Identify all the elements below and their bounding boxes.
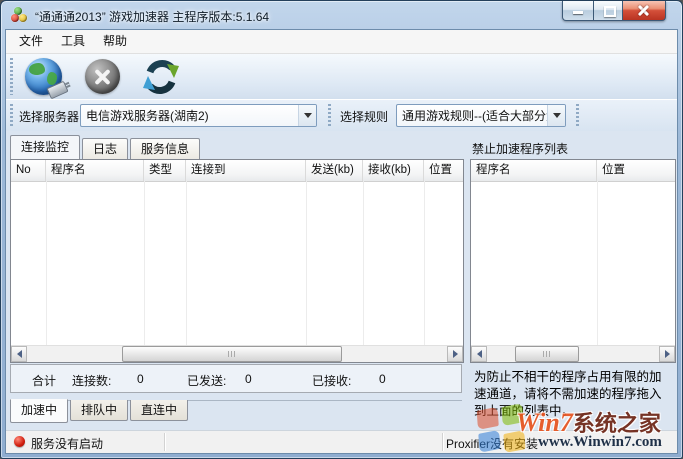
service-status-icon [14,436,25,447]
close-icon [637,4,650,17]
col-connect-to[interactable]: 连接到 [186,160,306,181]
connect-button[interactable] [22,56,64,97]
column-divider [306,181,307,345]
client-area: 文件 工具 帮助 [5,29,678,454]
options-row: 选择服务器 电信游戏服务器(湖南2) 选择规则 通用游戏规则--(适合大部分游戏 [6,99,677,132]
refresh-icon [141,57,181,97]
column-divider [46,181,47,345]
menu-tools[interactable]: 工具 [52,30,94,53]
column-divider [363,181,364,345]
summary-connections-label: 连接数: [72,372,111,389]
col-program[interactable]: 程序名 [471,160,597,181]
connection-table-header: No 程序名 类型 连接到 发送(kb) 接收(kb) 位置 [11,160,463,182]
summary-sent-label: 已发送: [187,372,226,389]
connection-table-hscrollbar[interactable] [11,345,463,362]
col-received[interactable]: 接收(kb) [363,160,424,181]
arrow-right-icon [453,350,458,358]
chevron-down-icon [304,113,312,118]
summary-received-label: 已接收: [312,372,351,389]
menu-help[interactable]: 帮助 [94,30,136,53]
column-divider [186,181,187,345]
maximize-icon [604,6,616,17]
menu-bar: 文件 工具 帮助 [6,30,677,54]
disconnect-button[interactable] [81,56,123,97]
monitor-tabs: 连接监控 日志 服务信息 [10,137,202,159]
minimize-icon [573,11,583,14]
server-select-arrow[interactable] [298,105,316,126]
main-content: 连接监控 日志 服务信息 禁止加速程序列表 No 程序名 类型 连接到 发送(k… [6,131,677,431]
status-bar: 服务没有启动 Proxifier没有安装 [6,430,677,453]
scroll-left-button[interactable] [471,346,487,362]
blocked-table: 程序名 位置 [470,159,676,363]
connect-globe-icon [25,58,62,95]
rule-select-value: 通用游戏规则--(适合大部分游戏 [397,107,547,124]
blocked-table-header: 程序名 位置 [471,160,675,182]
maximize-button[interactable] [594,1,623,21]
summary-sent-value: 0 [245,372,252,386]
scroll-track[interactable] [27,346,447,362]
close-button[interactable] [623,1,666,21]
arrow-left-icon [477,350,482,358]
toolbar-gripper [10,58,13,95]
rule-select[interactable]: 通用游戏规则--(适合大部分游戏 [396,104,566,127]
scroll-right-button[interactable] [447,346,463,362]
blocked-table-hscrollbar[interactable] [471,345,675,362]
tab-accelerating[interactable]: 加速中 [10,399,68,423]
column-divider [597,181,598,345]
tab-service-info[interactable]: 服务信息 [130,138,200,159]
summary-received-value: 0 [379,372,386,386]
tab-log[interactable]: 日志 [82,138,128,159]
options-gripper-3 [576,104,579,127]
menu-file[interactable]: 文件 [10,30,52,53]
rule-select-arrow[interactable] [547,105,565,126]
summary-total-label: 合计 [32,372,56,389]
tab-direct[interactable]: 直连中 [130,400,188,421]
window-title: “通通通2013” 游戏加速器 主程序版本:5.1.64 [35,8,269,25]
summary-box: 合计 连接数: 0 已发送: 0 已接收: 0 [10,364,462,393]
scroll-right-button[interactable] [659,346,675,362]
tab-connection-monitor[interactable]: 连接监控 [10,135,80,159]
scroll-thumb[interactable] [122,346,342,362]
col-location[interactable]: 位置 [424,160,463,181]
status-divider [164,433,165,451]
app-window: “通通通2013” 游戏加速器 主程序版本:5.1.64 文件 工具 帮助 [0,0,683,459]
disconnect-x-icon [85,59,120,94]
toolbar [6,54,677,99]
title-bar[interactable]: “通通通2013” 游戏加速器 主程序版本:5.1.64 [1,1,682,29]
summary-connections-value: 0 [137,372,144,386]
arrow-right-icon [665,350,670,358]
column-divider [144,181,145,345]
scroll-track[interactable] [487,346,659,362]
col-location[interactable]: 位置 [597,160,675,181]
app-icon [11,7,29,23]
options-gripper-1 [10,104,13,127]
scroll-left-button[interactable] [11,346,27,362]
rule-select-label: 选择规则 [340,108,388,125]
options-gripper-2 [328,104,331,127]
refresh-button[interactable] [140,56,182,97]
service-status-text: 服务没有启动 [31,435,103,452]
proxifier-status-text: Proxifier没有安装 [446,435,538,452]
col-sent[interactable]: 发送(kb) [306,160,363,181]
blocked-list-hint: 为防止不相干的程序占用有限的加速通道，请将不需加速的程序拖入到上面的列表中。 [474,369,672,420]
bottom-tabs: 加速中 排队中 直连中 [10,400,190,423]
arrow-left-icon [17,350,22,358]
column-divider [424,181,425,345]
col-no[interactable]: No [11,160,46,181]
scroll-thumb[interactable] [515,346,579,362]
server-select[interactable]: 电信游戏服务器(湖南2) [80,104,317,127]
server-select-label: 选择服务器 [19,108,79,125]
window-controls [562,1,666,20]
tab-queued[interactable]: 排队中 [70,400,128,421]
connection-table: No 程序名 类型 连接到 发送(kb) 接收(kb) 位置 [10,159,464,363]
server-select-value: 电信游戏服务器(湖南2) [81,107,298,124]
col-type[interactable]: 类型 [144,160,186,181]
minimize-button[interactable] [562,1,594,21]
chevron-down-icon [553,113,561,118]
col-program[interactable]: 程序名 [46,160,144,181]
blocked-list-title: 禁止加速程序列表 [472,140,568,157]
status-divider [442,433,443,451]
